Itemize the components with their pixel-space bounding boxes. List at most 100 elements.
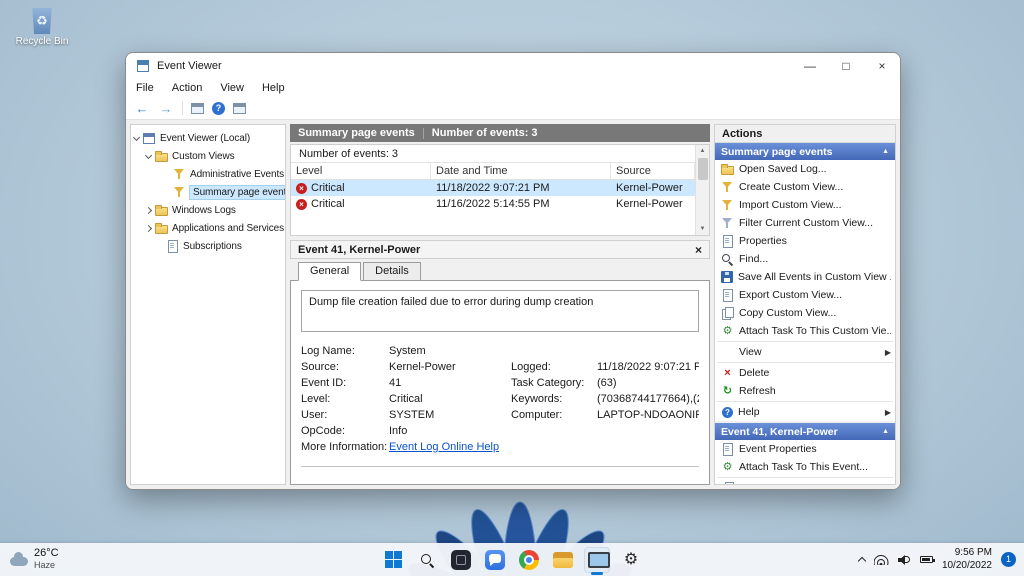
- tree-item-summary-page-events[interactable]: Summary page events: [131, 183, 285, 201]
- tree-item-applications-services-logs[interactable]: Applications and Services Logs: [131, 219, 285, 237]
- action-event-properties[interactable]: Event Properties: [715, 440, 895, 458]
- tree-item-subscriptions[interactable]: Subscriptions: [131, 237, 285, 255]
- action-copy-custom-view[interactable]: Copy Custom View...: [715, 304, 895, 322]
- action-open-saved-log[interactable]: Open Saved Log...: [715, 160, 895, 178]
- folder-icon: [155, 222, 168, 234]
- action-import-custom-view[interactable]: Import Custom View...: [715, 196, 895, 214]
- maximize-button[interactable]: □: [828, 53, 864, 79]
- taskbar-clock[interactable]: 9:56 PM 10/20/2022: [942, 547, 992, 572]
- search-icon: [419, 552, 435, 568]
- menu-view[interactable]: View: [220, 82, 244, 94]
- filter-icon: [721, 199, 734, 211]
- action-find[interactable]: Find...: [715, 250, 895, 268]
- close-button[interactable]: ×: [864, 53, 900, 79]
- action-help[interactable]: ? Help ▶: [715, 403, 895, 421]
- collapse-icon[interactable]: ▲: [882, 428, 889, 435]
- chevron-right-icon[interactable]: [145, 224, 152, 231]
- search-button[interactable]: [414, 547, 440, 573]
- volume-icon[interactable]: [898, 554, 911, 565]
- tray-overflow-icon[interactable]: [858, 557, 866, 565]
- start-button[interactable]: [380, 547, 406, 573]
- windows-logo-icon: [385, 551, 402, 568]
- actions-section-summary-header[interactable]: Summary page events ▲: [715, 143, 895, 160]
- field-value: (70368744177664),(2): [597, 393, 699, 409]
- action-attach-task-custom-view[interactable]: ⚙ Attach Task To This Custom Vie...: [715, 322, 895, 340]
- results-pane-header: Summary page events Number of events: 3: [290, 124, 710, 142]
- tab-details[interactable]: Details: [363, 262, 421, 281]
- action-filter-current-custom-view[interactable]: Filter Current Custom View...: [715, 214, 895, 232]
- wifi-icon[interactable]: [874, 555, 889, 565]
- event-viewer-icon: [136, 59, 150, 73]
- chevron-right-icon[interactable]: [145, 206, 152, 213]
- back-icon[interactable]: ←: [134, 100, 150, 116]
- action-export-custom-view[interactable]: Export Custom View...: [715, 286, 895, 304]
- tree-item-root[interactable]: Event Viewer (Local): [131, 129, 285, 147]
- action-delete[interactable]: × Delete: [715, 364, 895, 382]
- weather-condition: Haze: [34, 560, 59, 570]
- field-value: System: [389, 345, 509, 361]
- settings-button[interactable]: ⚙: [618, 547, 644, 573]
- battery-icon[interactable]: [920, 556, 933, 563]
- show-console-tree-icon[interactable]: [191, 103, 204, 114]
- event-log-online-help-link[interactable]: Event Log Online Help: [389, 441, 509, 457]
- field-label: Level:: [301, 393, 387, 409]
- tree-item-custom-views[interactable]: Custom Views: [131, 147, 285, 165]
- action-create-custom-view[interactable]: Create Custom View...: [715, 178, 895, 196]
- field-value: 11/18/2022 9:07:21 PM: [597, 361, 699, 377]
- action-copy[interactable]: Copy ▶: [715, 479, 895, 485]
- column-date-time[interactable]: Date and Time: [431, 163, 611, 179]
- column-source[interactable]: Source: [611, 163, 695, 179]
- dark-app-button[interactable]: [448, 547, 474, 573]
- scroll-down-icon[interactable]: ▼: [700, 223, 706, 235]
- action-save-all-events[interactable]: Save All Events in Custom View ...: [715, 268, 895, 286]
- event-row[interactable]: Critical 11/18/2022 9:07:21 PM Kernel-Po…: [291, 180, 695, 196]
- menu-file[interactable]: File: [136, 82, 154, 94]
- forward-icon[interactable]: →: [158, 100, 174, 116]
- actions-section-event-header[interactable]: Event 41, Kernel-Power ▲: [715, 423, 895, 440]
- show-action-pane-icon[interactable]: [233, 103, 246, 114]
- notification-badge[interactable]: 1: [1001, 552, 1016, 567]
- tree-item-administrative-events[interactable]: Administrative Events: [131, 165, 285, 183]
- close-detail-icon[interactable]: ×: [695, 243, 702, 257]
- detail-general-content: Dump file creation failed due to error d…: [290, 280, 710, 485]
- folder-icon: [155, 150, 168, 162]
- tree-item-windows-logs[interactable]: Windows Logs: [131, 201, 285, 219]
- help-icon[interactable]: ?: [212, 102, 225, 115]
- action-refresh[interactable]: ↻ Refresh: [715, 382, 895, 400]
- gear-icon: ⚙: [624, 552, 638, 568]
- chevron-down-icon[interactable]: [145, 151, 152, 158]
- filter-icon: [173, 168, 186, 180]
- delete-icon: ×: [721, 367, 734, 379]
- event-viewer-taskbar-button[interactable]: [584, 547, 610, 573]
- field-label: Keywords:: [511, 393, 595, 409]
- events-count-band[interactable]: Number of events: 3: [291, 145, 695, 163]
- chrome-button[interactable]: [516, 547, 542, 573]
- chevron-down-icon[interactable]: [133, 133, 140, 140]
- action-properties[interactable]: Properties: [715, 232, 895, 250]
- weather-temp: 26°C: [34, 547, 59, 560]
- action-view[interactable]: View ▶: [715, 343, 895, 361]
- scroll-thumb[interactable]: [698, 158, 708, 180]
- field-label: Event ID:: [301, 377, 387, 393]
- event-row[interactable]: Critical 11/16/2022 5:14:55 PM Kernel-Po…: [291, 196, 695, 212]
- recycle-bin[interactable]: ♻ Recycle Bin: [10, 8, 74, 47]
- menu-help[interactable]: Help: [262, 82, 285, 94]
- actions-pane: Actions Summary page events ▲ Open Saved…: [714, 124, 896, 485]
- toolbar: ← → ?: [126, 97, 900, 120]
- field-value: Critical: [389, 393, 509, 409]
- title-bar[interactable]: Event Viewer — □ ×: [126, 53, 900, 79]
- action-attach-task-event[interactable]: ⚙ Attach Task To This Event...: [715, 458, 895, 476]
- tab-general[interactable]: General: [298, 262, 361, 281]
- menu-action[interactable]: Action: [172, 82, 203, 94]
- events-scrollbar[interactable]: ▲ ▼: [695, 145, 709, 235]
- chat-button[interactable]: [482, 547, 508, 573]
- desktop: ♻ Recycle Bin Event Viewer — □ × File Ac…: [0, 0, 1024, 576]
- tray-time: 9:56 PM: [942, 547, 992, 560]
- tray-date: 10/20/2022: [942, 560, 992, 573]
- column-level[interactable]: Level: [291, 163, 431, 179]
- scroll-up-icon[interactable]: ▲: [700, 145, 706, 157]
- file-explorer-button[interactable]: [550, 547, 576, 573]
- collapse-icon[interactable]: ▲: [882, 148, 889, 155]
- taskbar-weather-widget[interactable]: 26°C Haze: [10, 547, 59, 570]
- minimize-button[interactable]: —: [792, 53, 828, 79]
